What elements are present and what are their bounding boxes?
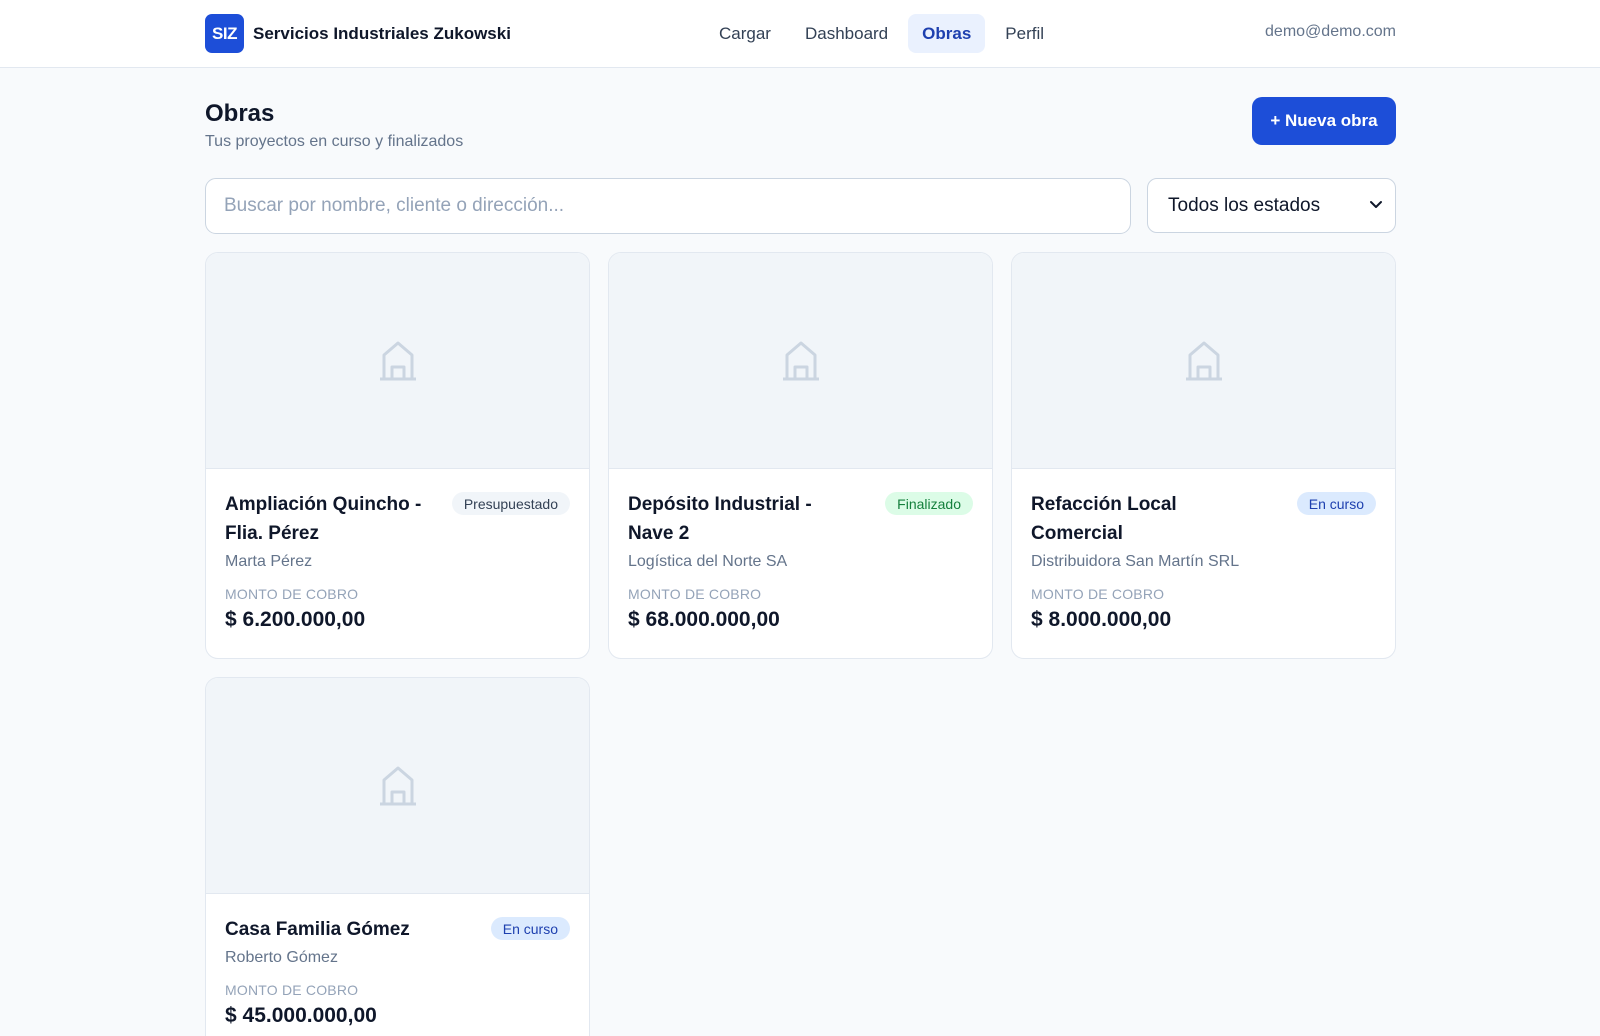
page-title: Obras <box>205 100 275 127</box>
brand[interactable]: SIZ Servicios Industriales Zukowski <box>205 14 511 53</box>
card-client: Roberto Gómez <box>225 949 338 966</box>
nav-item-cargar[interactable]: Cargar <box>705 14 785 53</box>
card-image-placeholder <box>206 678 589 894</box>
amount-label: MONTO DE COBRO <box>225 586 359 602</box>
obra-card[interactable]: Refacción Local Comercial En curso Distr… <box>1011 252 1396 659</box>
card-image-placeholder <box>609 253 992 469</box>
amount-value: $ 8.000.000,00 <box>1031 608 1172 631</box>
amount-label: MONTO DE COBRO <box>1031 586 1165 602</box>
company-name[interactable]: Servicios Industriales Zukowski <box>253 24 511 44</box>
company-logo[interactable]: SIZ <box>205 14 244 53</box>
new-obra-button[interactable]: + Nueva obra <box>1252 97 1396 145</box>
obra-card[interactable]: Depósito Industrial - Nave 2 Finalizado … <box>608 252 993 659</box>
obra-card[interactable]: Casa Familia Gómez En curso Roberto Góme… <box>205 677 590 1036</box>
nav-item-obras[interactable]: Obras <box>908 14 986 53</box>
obra-card[interactable]: Ampliación Quincho - Flia. Pérez Presupu… <box>205 252 590 659</box>
amount-value: $ 68.000.000,00 <box>628 608 780 631</box>
main-nav: Cargar Dashboard Obras Perfil <box>705 14 1058 53</box>
page-subtitle: Tus proyectos en curso y finalizados <box>205 133 464 150</box>
card-image-placeholder <box>206 253 589 469</box>
nav-item-perfil[interactable]: Perfil <box>991 14 1058 53</box>
amount-value: $ 6.200.000,00 <box>225 608 366 631</box>
top-navbar: SIZ Servicios Industriales Zukowski Carg… <box>0 0 1600 68</box>
card-client: Marta Pérez <box>225 553 313 570</box>
building-icon <box>379 766 416 805</box>
amount-label: MONTO DE COBRO <box>225 982 359 998</box>
chevron-down-icon <box>1370 201 1382 208</box>
building-icon <box>782 341 819 380</box>
status-badge: Finalizado <box>885 492 973 515</box>
card-client: Logística del Norte SA <box>628 553 788 570</box>
status-badge: Presupuestado <box>451 492 570 515</box>
amount-value: $ 45.000.000,00 <box>225 1004 377 1027</box>
amount-label: MONTO DE COBRO <box>628 586 762 602</box>
card-client: Distribuidora San Martín SRL <box>1031 553 1240 570</box>
nav-item-dashboard[interactable]: Dashboard <box>791 14 902 53</box>
status-filter-value: Todos los estados <box>1168 194 1321 216</box>
card-image-placeholder <box>1012 253 1395 469</box>
building-icon <box>1185 341 1222 380</box>
search-input[interactable] <box>205 178 1131 234</box>
status-badge: En curso <box>490 917 570 940</box>
building-icon <box>379 341 416 380</box>
user-email[interactable]: demo@demo.com <box>1265 23 1396 41</box>
status-badge: En curso <box>1296 492 1376 515</box>
status-filter-select[interactable]: Todos los estados <box>1147 178 1396 233</box>
